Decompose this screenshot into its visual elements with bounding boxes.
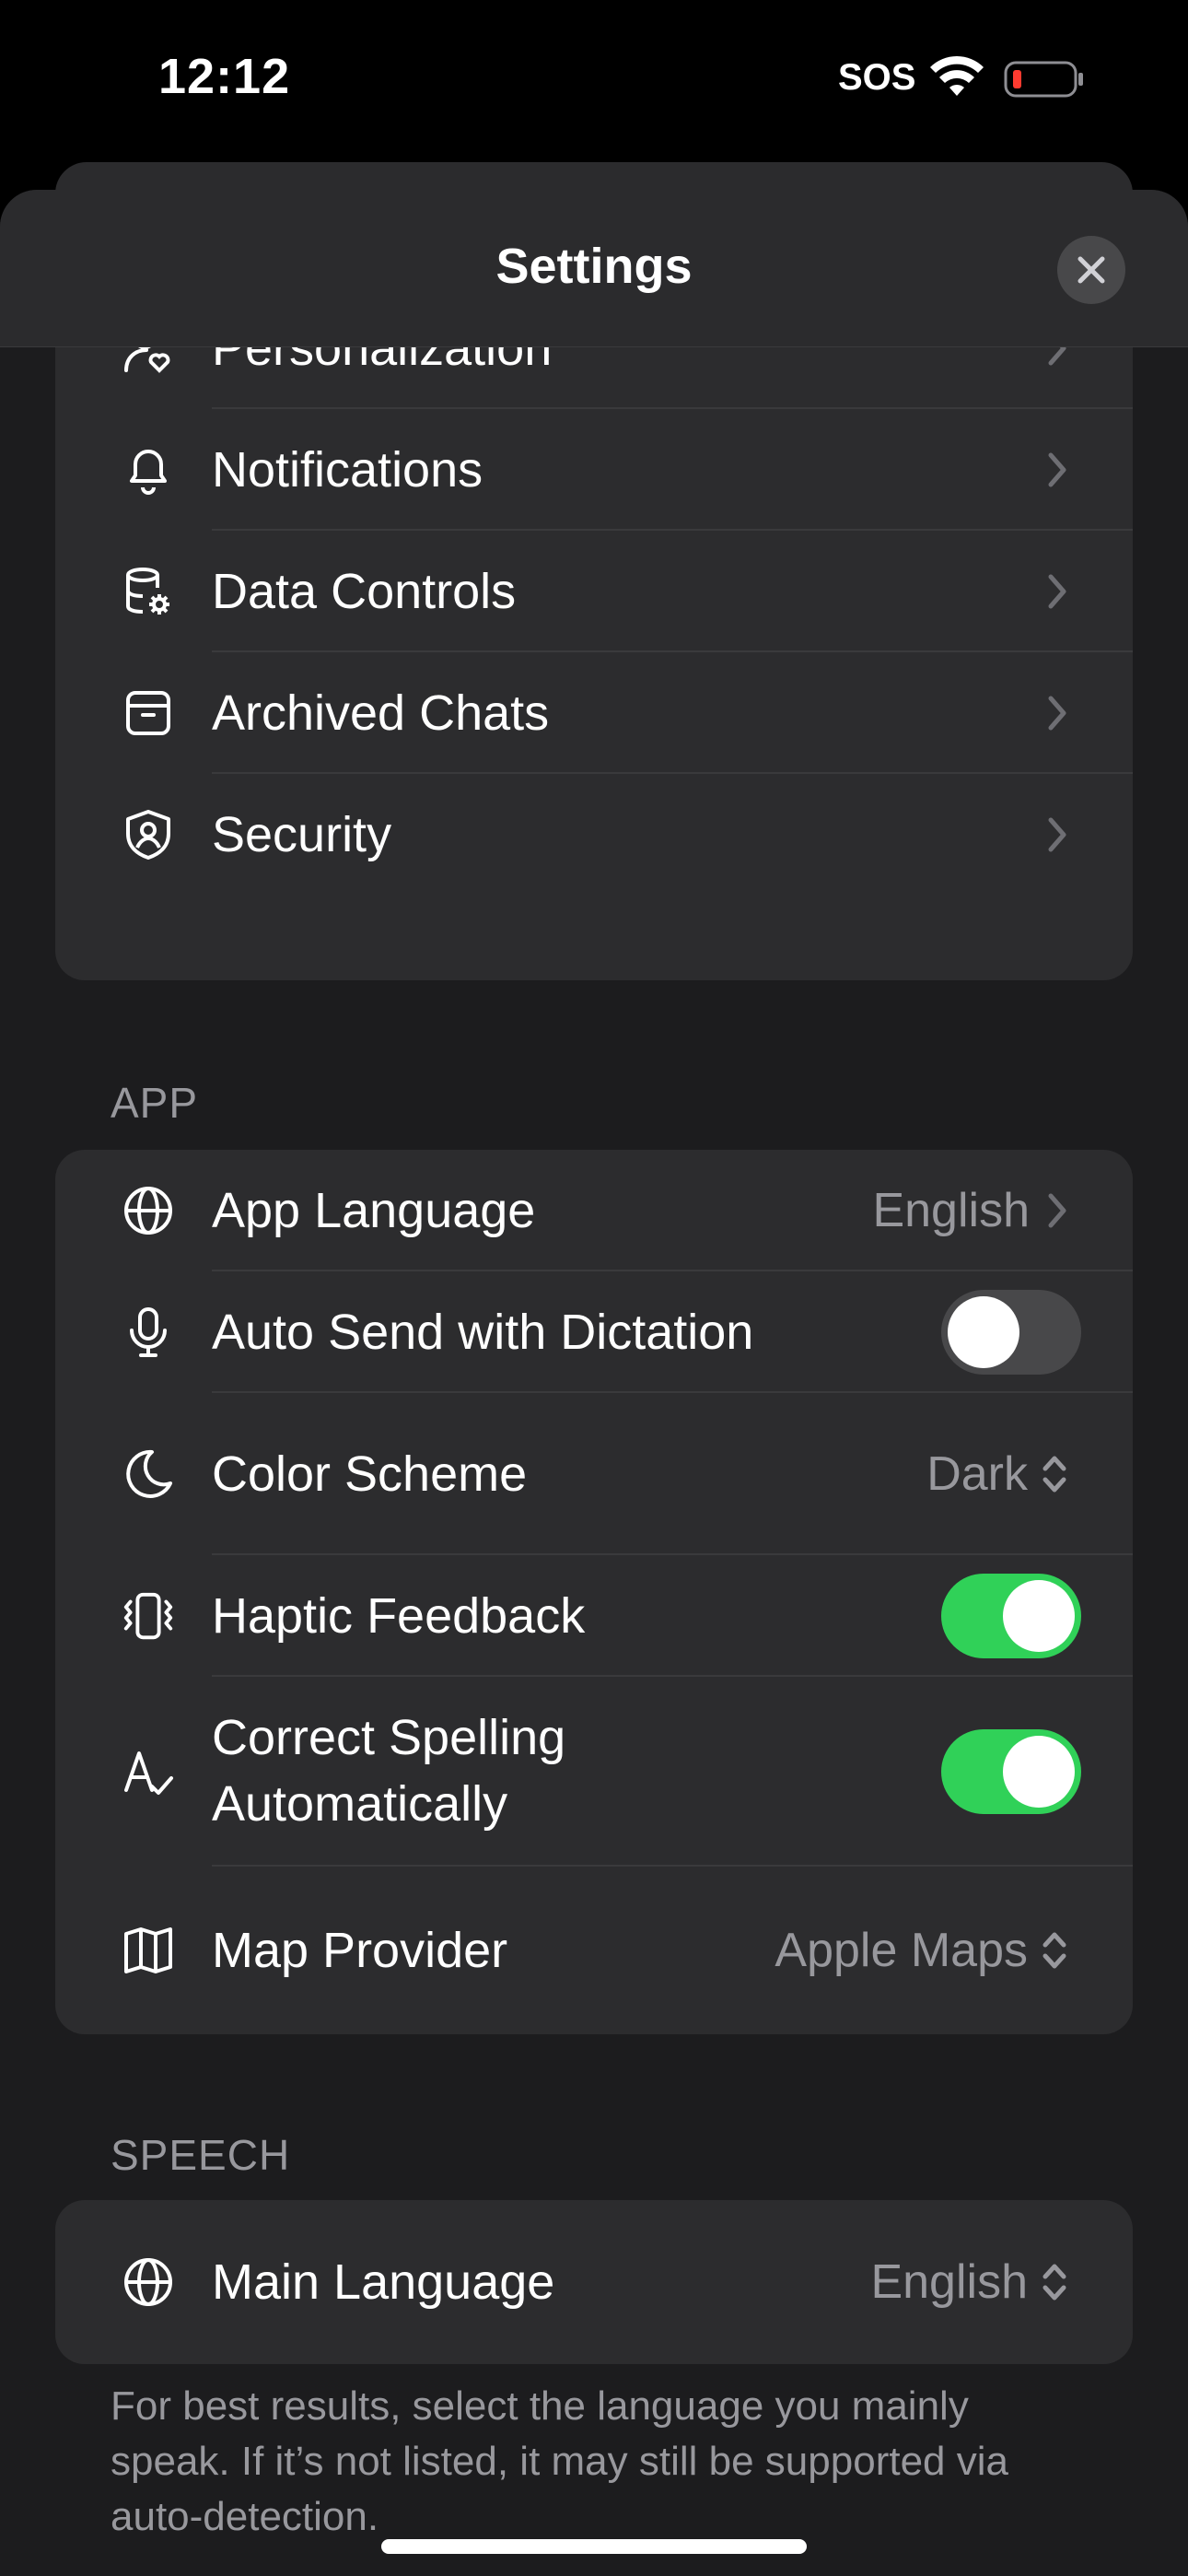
chevron-right-icon — [1048, 574, 1066, 609]
chevron-up-down-icon — [1042, 1932, 1066, 1969]
row-main-language[interactable]: Main Language English — [55, 2200, 1133, 2364]
status-bar: 12:12 SOS — [0, 0, 1188, 166]
row-data-controls[interactable]: Data Controls — [55, 531, 1133, 652]
speech-settings-group: Main Language English — [55, 2200, 1133, 2364]
chevron-right-icon — [1048, 452, 1066, 487]
chevron-right-icon — [1048, 817, 1066, 852]
row-security[interactable]: Security — [55, 774, 1133, 896]
spellcheck-icon — [120, 1743, 177, 1800]
row-color-scheme-label: Color Scheme — [212, 1446, 528, 1502]
row-color-scheme[interactable]: Color Scheme Dark — [55, 1393, 1133, 1555]
chevron-up-down-icon — [1042, 2264, 1066, 2301]
row-auto-send-dictation: Auto Send with Dictation — [55, 1271, 1133, 1393]
correct-spelling-label-line2: Automatically — [212, 1776, 508, 1832]
row-notifications-label: Notifications — [212, 442, 483, 498]
home-indicator[interactable] — [381, 2539, 807, 2554]
color-scheme-value: Dark — [926, 1447, 1028, 1501]
carrier-sos: SOS — [838, 57, 916, 98]
globe-icon — [120, 1182, 177, 1239]
row-map-provider-label: Map Provider — [212, 1923, 508, 1978]
correct-spelling-toggle[interactable] — [941, 1729, 1081, 1814]
main-language-value: English — [870, 2255, 1028, 2309]
chevron-up-down-icon — [1042, 1456, 1066, 1493]
toggle-knob — [1003, 1580, 1075, 1652]
bell-icon — [120, 441, 177, 498]
settings-sheet: Personalization Notifications Data Contr… — [0, 190, 1188, 2576]
page-title: Settings — [495, 239, 693, 294]
row-archived-chats-label: Archived Chats — [212, 685, 550, 741]
row-security-label: Security — [212, 807, 392, 862]
row-map-provider[interactable]: Map Provider Apple Maps — [55, 1867, 1133, 2034]
database-gear-icon — [120, 563, 177, 620]
close-icon — [1077, 256, 1105, 284]
app-language-value: English — [872, 1184, 1030, 1237]
correct-spelling-label-line1: Correct Spelling — [212, 1710, 566, 1765]
chevron-right-icon — [1048, 696, 1066, 731]
row-notifications[interactable]: Notifications — [55, 409, 1133, 531]
microphone-icon — [120, 1304, 177, 1361]
moon-icon — [120, 1446, 177, 1503]
row-correct-spelling: Correct Spelling Automatically — [55, 1677, 1133, 1867]
row-haptic-feedback-label: Haptic Feedback — [212, 1588, 586, 1644]
row-correct-spelling-label: Correct Spelling Automatically — [212, 1704, 565, 1837]
status-time: 12:12 — [158, 49, 291, 104]
wifi-icon — [930, 55, 984, 96]
globe-icon — [120, 2254, 177, 2311]
app-settings-group: App Language English Auto Send with Dict… — [55, 1150, 1133, 2034]
toggle-knob — [1003, 1736, 1075, 1808]
section-header-app: APP — [111, 1079, 199, 1127]
speech-footnote: For best results, select the language yo… — [111, 2383, 1008, 2539]
section-header-speech: SPEECH — [111, 2131, 291, 2179]
row-haptic-feedback: Haptic Feedback — [55, 1555, 1133, 1677]
haptic-feedback-toggle[interactable] — [941, 1574, 1081, 1658]
row-auto-send-dictation-label: Auto Send with Dictation — [212, 1305, 754, 1360]
battery-low-icon — [1004, 61, 1083, 98]
map-provider-value: Apple Maps — [775, 1924, 1028, 1977]
row-main-language-label: Main Language — [212, 2254, 555, 2310]
auto-send-dictation-toggle[interactable] — [941, 1290, 1081, 1375]
row-app-language-label: App Language — [212, 1183, 536, 1238]
settings-nav-bar: Settings — [0, 190, 1188, 347]
shield-person-icon — [120, 806, 177, 863]
chevron-right-icon — [1048, 1193, 1066, 1228]
toggle-knob — [948, 1296, 1019, 1368]
archive-box-icon — [120, 685, 177, 742]
close-button[interactable] — [1057, 236, 1125, 304]
row-archived-chats[interactable]: Archived Chats — [55, 652, 1133, 774]
map-icon — [120, 1922, 177, 1979]
phone-vibrate-icon — [120, 1587, 177, 1645]
row-app-language[interactable]: App Language English — [55, 1150, 1133, 1271]
row-data-controls-label: Data Controls — [212, 564, 517, 619]
